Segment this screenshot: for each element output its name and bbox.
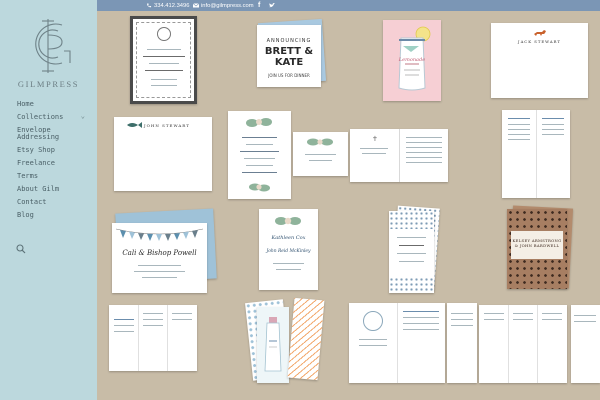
gallery-item-baby-shower-bottle-card[interactable] xyxy=(257,307,289,383)
nav-item-about-gilm[interactable]: About Gilm xyxy=(17,185,93,194)
gallery-item-monogram-wedding-invitation[interactable] xyxy=(130,16,197,104)
gallery-item-confetti-dots-invitation[interactable] xyxy=(389,211,434,293)
main-nav: Home Collections ⌄ Envelope Addressing Et… xyxy=(17,100,93,225)
envelope-icon xyxy=(193,3,199,8)
gallery-item-partial-program[interactable] xyxy=(571,305,600,383)
monogram-circle-icon xyxy=(363,311,383,331)
gallery-item-kraft-polka-dot-invitation[interactable]: KELSEY ARMSTRONG & JOHN BARDWELL xyxy=(507,209,567,289)
nav-item-contact[interactable]: Contact xyxy=(17,198,93,207)
gallery-item-jack-stewart-stationery[interactable]: JACK STEWART xyxy=(491,23,588,98)
monogram-crest-icon xyxy=(157,27,171,41)
nav-item-envelope-addressing[interactable]: Envelope Addressing xyxy=(17,126,93,142)
gallery-item-floral-enclosure-card[interactable] xyxy=(293,132,348,176)
cali-names-text: Cali & Bishop Powell xyxy=(122,249,197,257)
email-address: info@gilmpress.com xyxy=(201,2,254,9)
gallery-item-monogram-ceremony-program[interactable] xyxy=(349,303,445,383)
fox-icon xyxy=(534,30,546,36)
reid-name-text: John Reid McKinley xyxy=(266,249,311,254)
cross-icon: ✝ xyxy=(372,136,378,143)
brett-bottom-text: JOIN US FOR DINNER xyxy=(268,73,310,78)
bunting-names-text: KELSEY ARMSTRONG & JOHN BARDWELL xyxy=(512,238,562,248)
gallery-item-john-stewart-stationery[interactable]: JOHN STEWART xyxy=(114,117,212,191)
bunting-flags-icon xyxy=(115,228,204,241)
email-contact[interactable]: info@gilmpress.com xyxy=(193,0,254,11)
gallery-item-cali-bishop-invitation[interactable]: Cali & Bishop Powell xyxy=(112,223,207,293)
gallery-item-orange-pattern-card[interactable] xyxy=(287,297,325,381)
nav-item-terms[interactable]: Terms xyxy=(17,172,93,181)
brand-name: GILMPRESS xyxy=(17,79,80,89)
search-icon[interactable] xyxy=(16,244,26,254)
nav-item-etsy-shop[interactable]: Etsy Shop xyxy=(17,147,93,155)
phone-number: 334.412.3496 xyxy=(154,2,190,9)
gallery-item-script-ceremony-program[interactable] xyxy=(109,305,197,371)
twitter-link[interactable] xyxy=(269,0,277,11)
gallery-item-kathleen-reid-invitation[interactable]: Kathleen Cox John Reid McKinley xyxy=(259,209,318,290)
nav-item-collections[interactable]: Collections ⌄ xyxy=(17,112,93,122)
gallery-item-program-panels[interactable] xyxy=(447,303,477,383)
brett-top-text: ANNOUNCING xyxy=(266,38,312,44)
facebook-icon: f xyxy=(258,2,261,9)
nav-item-freelance[interactable]: Freelance xyxy=(17,159,93,168)
gilmpress-logo[interactable] xyxy=(18,15,78,77)
phone-icon xyxy=(147,3,152,8)
gallery-item-brett-kate-invitation[interactable]: ANNOUNCING BRETT & KATE JOIN US FOR DINN… xyxy=(257,25,321,87)
facebook-link[interactable]: f xyxy=(258,0,260,11)
nav-item-blog[interactable]: Blog xyxy=(17,211,93,220)
nav-item-label: Collections xyxy=(17,112,64,121)
lemonade-text: Lemonade xyxy=(398,57,426,63)
sidebar: GILMPRESS Home Collections ⌄ Envelope Add… xyxy=(0,0,97,400)
gallery-item-lemonade-party-invitation[interactable]: Lemonade xyxy=(383,20,441,101)
phone-contact[interactable]: 334.412.3496 xyxy=(146,0,189,11)
fish-icon xyxy=(127,122,142,128)
twitter-icon xyxy=(269,3,275,8)
portfolio-gallery: ANNOUNCING BRETT & KATE JOIN US FOR DINN… xyxy=(97,11,600,400)
brett-names-text: BRETT & KATE xyxy=(264,46,314,68)
jack-stewart-text-1: JACK STEWART xyxy=(518,39,561,44)
gallery-item-gray-ceremony-program[interactable] xyxy=(479,305,567,383)
floral-wreath-icon xyxy=(246,118,272,192)
bottle-icon xyxy=(264,317,282,372)
gallery-item-floral-wedding-invitation[interactable] xyxy=(228,111,291,199)
top-bar: 334.412.3496 info@gilmpress.com f xyxy=(97,0,600,11)
nav-item-home[interactable]: Home xyxy=(17,100,93,109)
john-stewart-text: JOHN STEWART xyxy=(144,123,190,128)
chevron-down-icon[interactable]: ⌄ xyxy=(81,112,85,121)
kathleen-name-text: Kathleen Cox xyxy=(271,235,306,241)
gallery-item-tall-ceremony-program[interactable] xyxy=(502,110,570,198)
gallery-item-ceremony-program-cross[interactable]: ✝ xyxy=(350,129,448,182)
